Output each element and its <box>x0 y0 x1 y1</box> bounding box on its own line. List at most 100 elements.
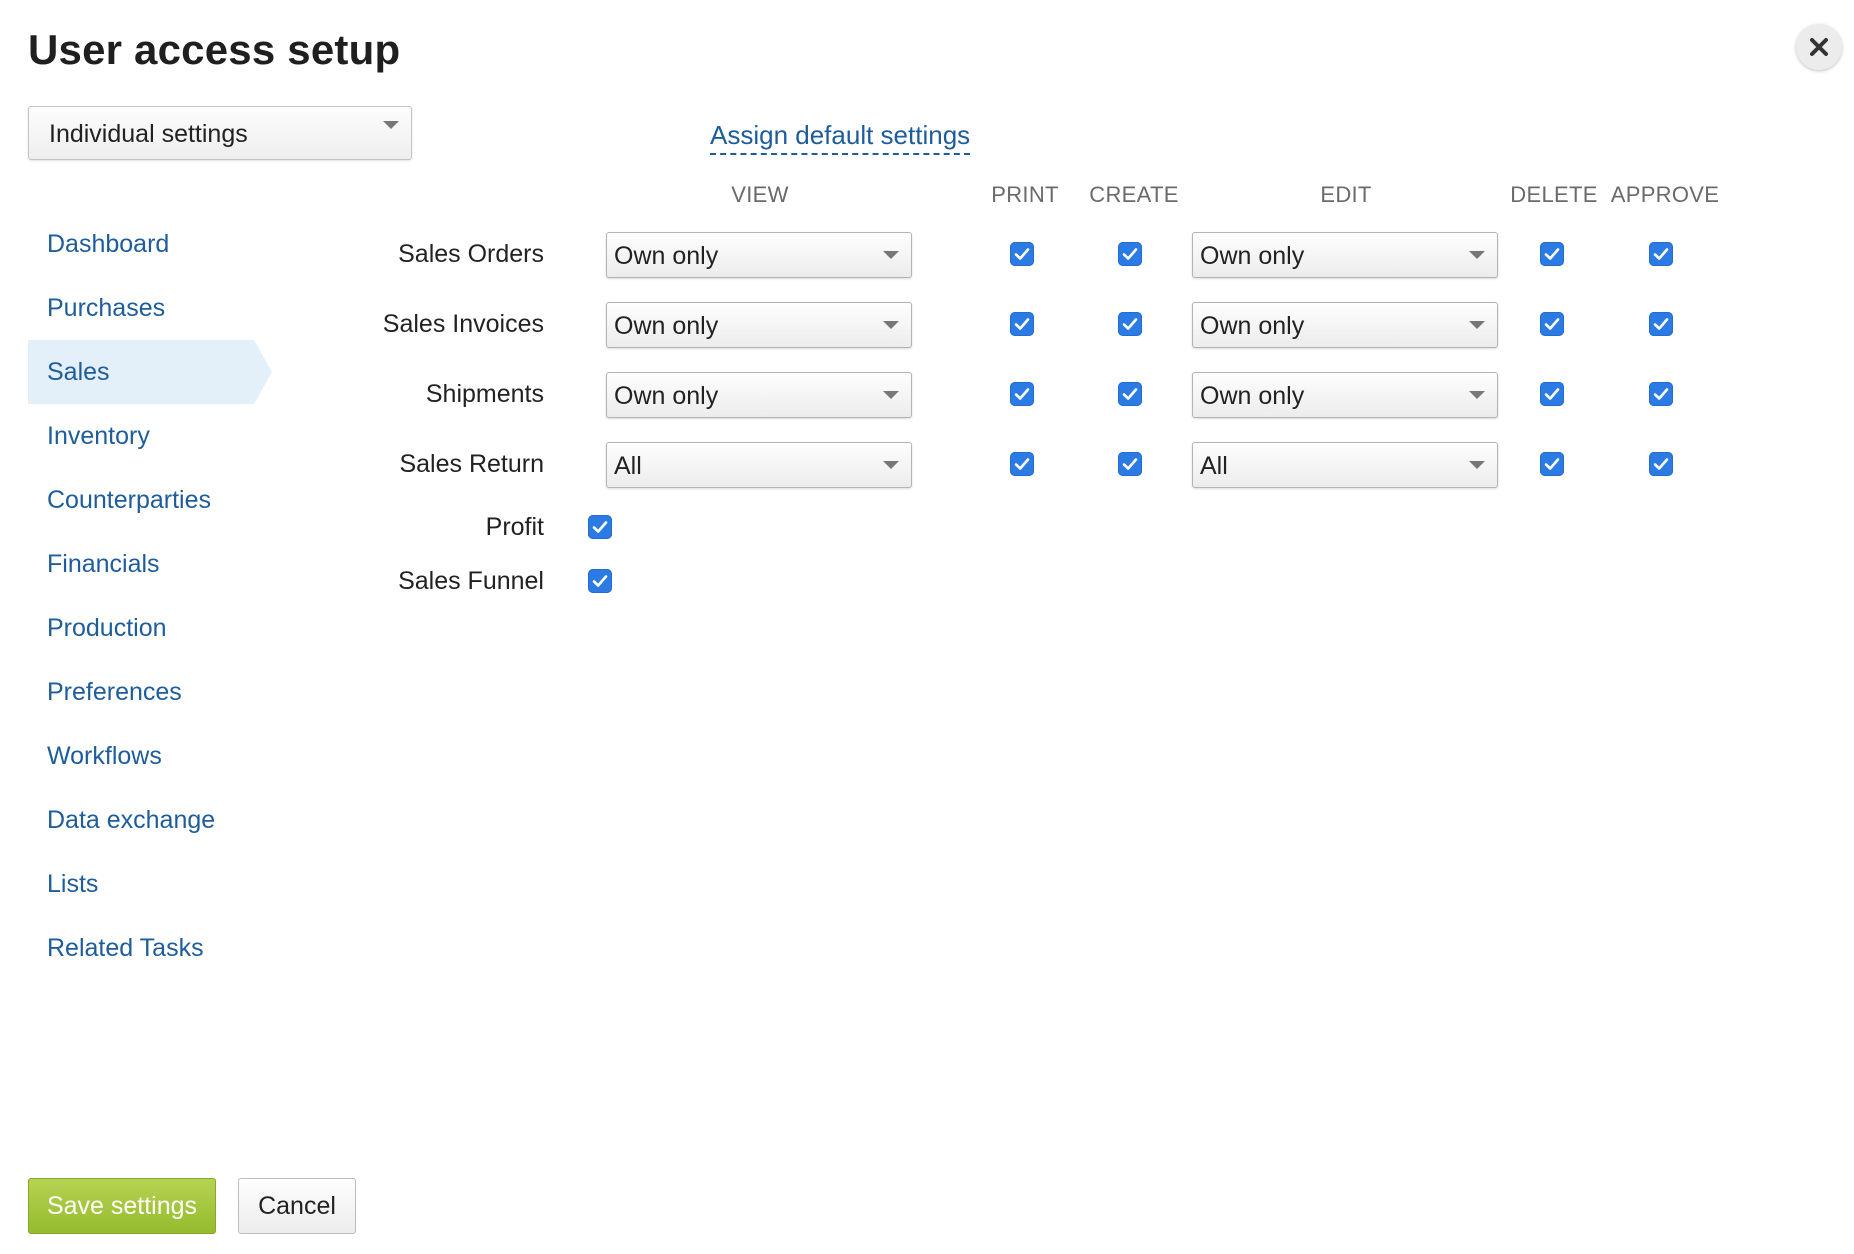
check-icon <box>1014 248 1030 260</box>
sidebar-item-label: Related Tasks <box>47 934 204 962</box>
sidebar-item-label: Counterparties <box>47 486 211 514</box>
column-header-print: PRINT <box>991 182 1059 207</box>
sidebar-item-financials[interactable]: Financials <box>28 532 254 596</box>
close-icon <box>1810 38 1828 56</box>
chevron-down-icon <box>883 391 899 399</box>
check-icon <box>592 521 608 533</box>
check-icon <box>1544 458 1560 470</box>
edit-select[interactable]: Own only <box>1192 302 1498 348</box>
chevron-down-icon <box>883 251 899 259</box>
delete-checkbox[interactable] <box>1540 452 1564 476</box>
create-checkbox[interactable] <box>1118 312 1142 336</box>
check-icon <box>1014 388 1030 400</box>
sidebar-item-related-tasks[interactable]: Related Tasks <box>28 916 254 980</box>
edit-select[interactable]: All <box>1192 442 1498 488</box>
approve-checkbox[interactable] <box>1649 382 1673 406</box>
view-select[interactable]: Own only <box>606 302 912 348</box>
approve-checkbox[interactable] <box>1649 312 1673 336</box>
print-checkbox[interactable] <box>1010 242 1034 266</box>
row-label: Sales Funnel <box>398 567 544 595</box>
check-icon <box>1544 388 1560 400</box>
sidebar-item-purchases[interactable]: Purchases <box>28 276 254 340</box>
check-icon <box>1122 248 1138 260</box>
sidebar-item-label: Preferences <box>47 678 182 706</box>
sidebar-item-label: Dashboard <box>47 230 170 258</box>
sales-funnel-checkbox[interactable] <box>588 569 612 593</box>
sidebar-item-label: Inventory <box>47 422 150 450</box>
view-select-value: All <box>614 452 642 480</box>
check-icon <box>1544 248 1560 260</box>
chevron-down-icon <box>1469 321 1485 329</box>
column-header-edit: EDIT <box>1320 182 1372 207</box>
check-icon <box>1653 388 1669 400</box>
check-icon <box>1122 318 1138 330</box>
approve-checkbox[interactable] <box>1649 452 1673 476</box>
settings-mode-select[interactable]: Individual settings <box>28 106 412 160</box>
check-icon <box>1122 388 1138 400</box>
edit-select-value: Own only <box>1200 312 1305 340</box>
column-header-delete: DELETE <box>1510 182 1598 207</box>
create-checkbox[interactable] <box>1118 452 1142 476</box>
view-select[interactable]: Own only <box>606 372 912 418</box>
check-icon <box>1122 458 1138 470</box>
view-select-value: Own only <box>614 382 719 410</box>
chevron-down-icon <box>383 121 399 129</box>
sidebar-item-label: Lists <box>47 870 99 898</box>
check-icon <box>1014 318 1030 330</box>
sidebar-item-sales[interactable]: Sales <box>28 340 272 404</box>
sidebar-item-inventory[interactable]: Inventory <box>28 404 254 468</box>
check-icon <box>1653 248 1669 260</box>
print-checkbox[interactable] <box>1010 382 1034 406</box>
close-button[interactable] <box>1796 24 1842 70</box>
sidebar-item-label: Data exchange <box>47 806 216 834</box>
approve-checkbox[interactable] <box>1649 242 1673 266</box>
sidebar-item-label: Production <box>47 614 167 642</box>
sidebar-item-counterparties[interactable]: Counterparties <box>28 468 254 532</box>
create-checkbox[interactable] <box>1118 382 1142 406</box>
column-header-approve: APPROVE <box>1610 182 1720 207</box>
check-icon <box>1653 458 1669 470</box>
check-icon <box>592 575 608 587</box>
create-checkbox[interactable] <box>1118 242 1142 266</box>
page-title: User access setup <box>28 26 401 73</box>
row-label: Sales Orders <box>398 240 544 268</box>
edit-select[interactable]: Own only <box>1192 372 1498 418</box>
row-label: Profit <box>485 513 544 541</box>
check-icon <box>1544 318 1560 330</box>
chevron-down-icon <box>1469 461 1485 469</box>
sidebar-item-label: Workflows <box>47 742 162 770</box>
chevron-down-icon <box>883 461 899 469</box>
sidebar-item-label: Financials <box>47 550 160 578</box>
check-icon <box>1653 318 1669 330</box>
print-checkbox[interactable] <box>1010 312 1034 336</box>
check-icon <box>1014 458 1030 470</box>
column-header-view: VIEW <box>731 182 789 207</box>
sidebar-item-data-exchange[interactable]: Data exchange <box>28 788 254 852</box>
settings-mode-value: Individual settings <box>49 120 248 148</box>
edit-select-value: Own only <box>1200 382 1305 410</box>
sidebar-item-lists[interactable]: Lists <box>28 852 254 916</box>
sidebar-item-preferences[interactable]: Preferences <box>28 660 254 724</box>
view-select[interactable]: All <box>606 442 912 488</box>
delete-checkbox[interactable] <box>1540 242 1564 266</box>
view-select[interactable]: Own only <box>606 232 912 278</box>
save-settings-button[interactable]: Save settings <box>28 1178 216 1234</box>
delete-checkbox[interactable] <box>1540 382 1564 406</box>
sidebar-item-workflows[interactable]: Workflows <box>28 724 254 788</box>
view-select-value: Own only <box>614 242 719 270</box>
row-label: Sales Return <box>399 450 544 478</box>
profit-checkbox[interactable] <box>588 515 612 539</box>
chevron-down-icon <box>1469 251 1485 259</box>
print-checkbox[interactable] <box>1010 452 1034 476</box>
sidebar-item-dashboard[interactable]: Dashboard <box>28 212 254 276</box>
edit-select[interactable]: Own only <box>1192 232 1498 278</box>
assign-default-settings-link[interactable]: Assign default settings <box>710 120 971 155</box>
sidebar-item-production[interactable]: Production <box>28 596 254 660</box>
chevron-down-icon <box>1469 391 1485 399</box>
sidebar-item-label: Sales <box>47 358 110 386</box>
column-header-create: CREATE <box>1089 182 1179 207</box>
sidebar-item-label: Purchases <box>47 294 166 322</box>
delete-checkbox[interactable] <box>1540 312 1564 336</box>
cancel-button[interactable]: Cancel <box>238 1178 356 1234</box>
row-label: Sales Invoices <box>382 310 544 338</box>
